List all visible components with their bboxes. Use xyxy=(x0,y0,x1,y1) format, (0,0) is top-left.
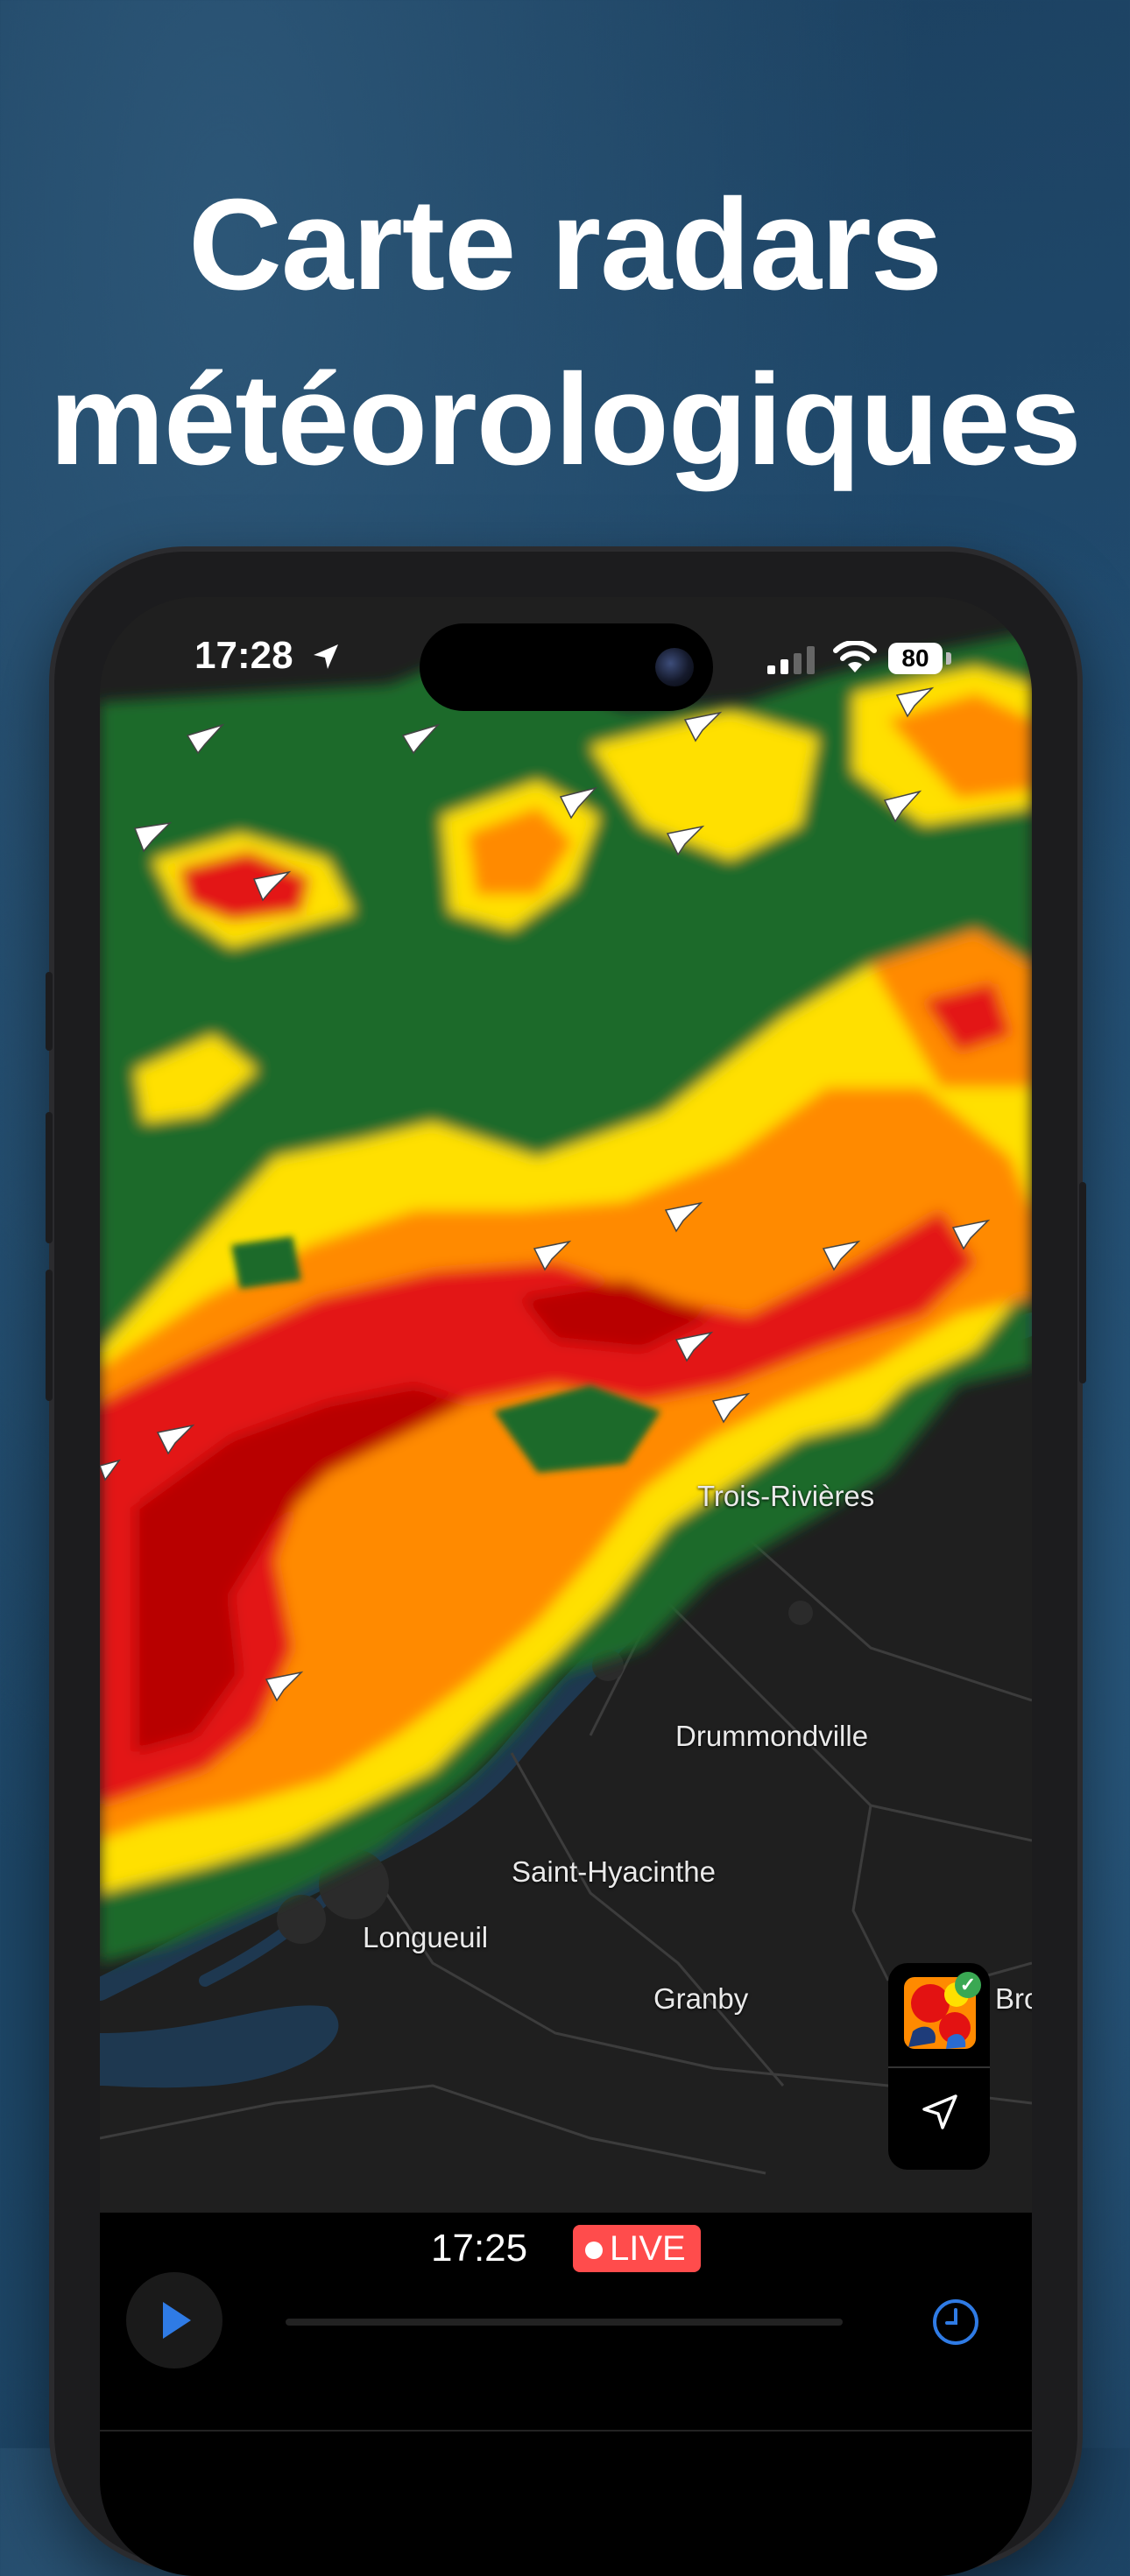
power-button xyxy=(1079,1182,1086,1383)
layer-active-check-icon: ✓ xyxy=(955,1972,981,1998)
map-controls: ✓ xyxy=(888,1963,990,2170)
bottom-divider xyxy=(100,2430,1032,2432)
locate-me-icon[interactable] xyxy=(919,2091,961,2133)
mute-switch xyxy=(46,972,53,1051)
play-button[interactable] xyxy=(126,2272,222,2368)
city-label-trois-rivieres: Trois-Rivières xyxy=(697,1480,875,1512)
live-label: LIVE xyxy=(610,2229,686,2268)
battery-tip xyxy=(946,652,951,665)
live-badge[interactable]: LIVE xyxy=(573,2225,701,2272)
phone-frame: Trois-Rivières Drummondville Saint-Hyaci… xyxy=(46,552,1086,2576)
battery-indicator: 80 xyxy=(888,643,943,674)
city-label-bro: Bro xyxy=(995,1982,1032,2015)
volume-up-button xyxy=(46,1112,53,1243)
history-clock-icon[interactable] xyxy=(930,2297,981,2347)
city-label-saint-hyacinthe: Saint-Hyacinthe xyxy=(512,1855,716,1888)
playback-time: 17:25 xyxy=(431,2227,528,2270)
play-icon xyxy=(163,2302,191,2339)
live-dot-icon xyxy=(585,2242,603,2259)
headline: Carte radars météorologiques xyxy=(0,158,1130,508)
city-label-granby: Granby xyxy=(653,1982,749,2015)
timeline-slider[interactable] xyxy=(286,2319,843,2326)
headline-line-1: Carte radars xyxy=(187,172,943,317)
city-label-longueuil: Longueuil xyxy=(363,1921,489,1953)
city-label-drummondville: Drummondville xyxy=(675,1720,869,1752)
playback-bar: 17:25 LIVE xyxy=(100,2213,1032,2576)
volume-down-button xyxy=(46,1270,53,1401)
controls-divider xyxy=(888,2066,990,2068)
location-arrow-icon xyxy=(314,644,338,669)
status-bar: 17:28 80 xyxy=(100,597,1032,711)
app-screen: Trois-Rivières Drummondville Saint-Hyaci… xyxy=(100,597,1032,2576)
dynamic-island xyxy=(420,623,713,711)
status-time: 17:28 xyxy=(194,634,293,677)
front-camera xyxy=(655,648,694,686)
cellular-signal-icon xyxy=(767,646,815,674)
wifi-icon xyxy=(833,641,877,672)
headline-line-2: météorologiques xyxy=(49,348,1081,492)
